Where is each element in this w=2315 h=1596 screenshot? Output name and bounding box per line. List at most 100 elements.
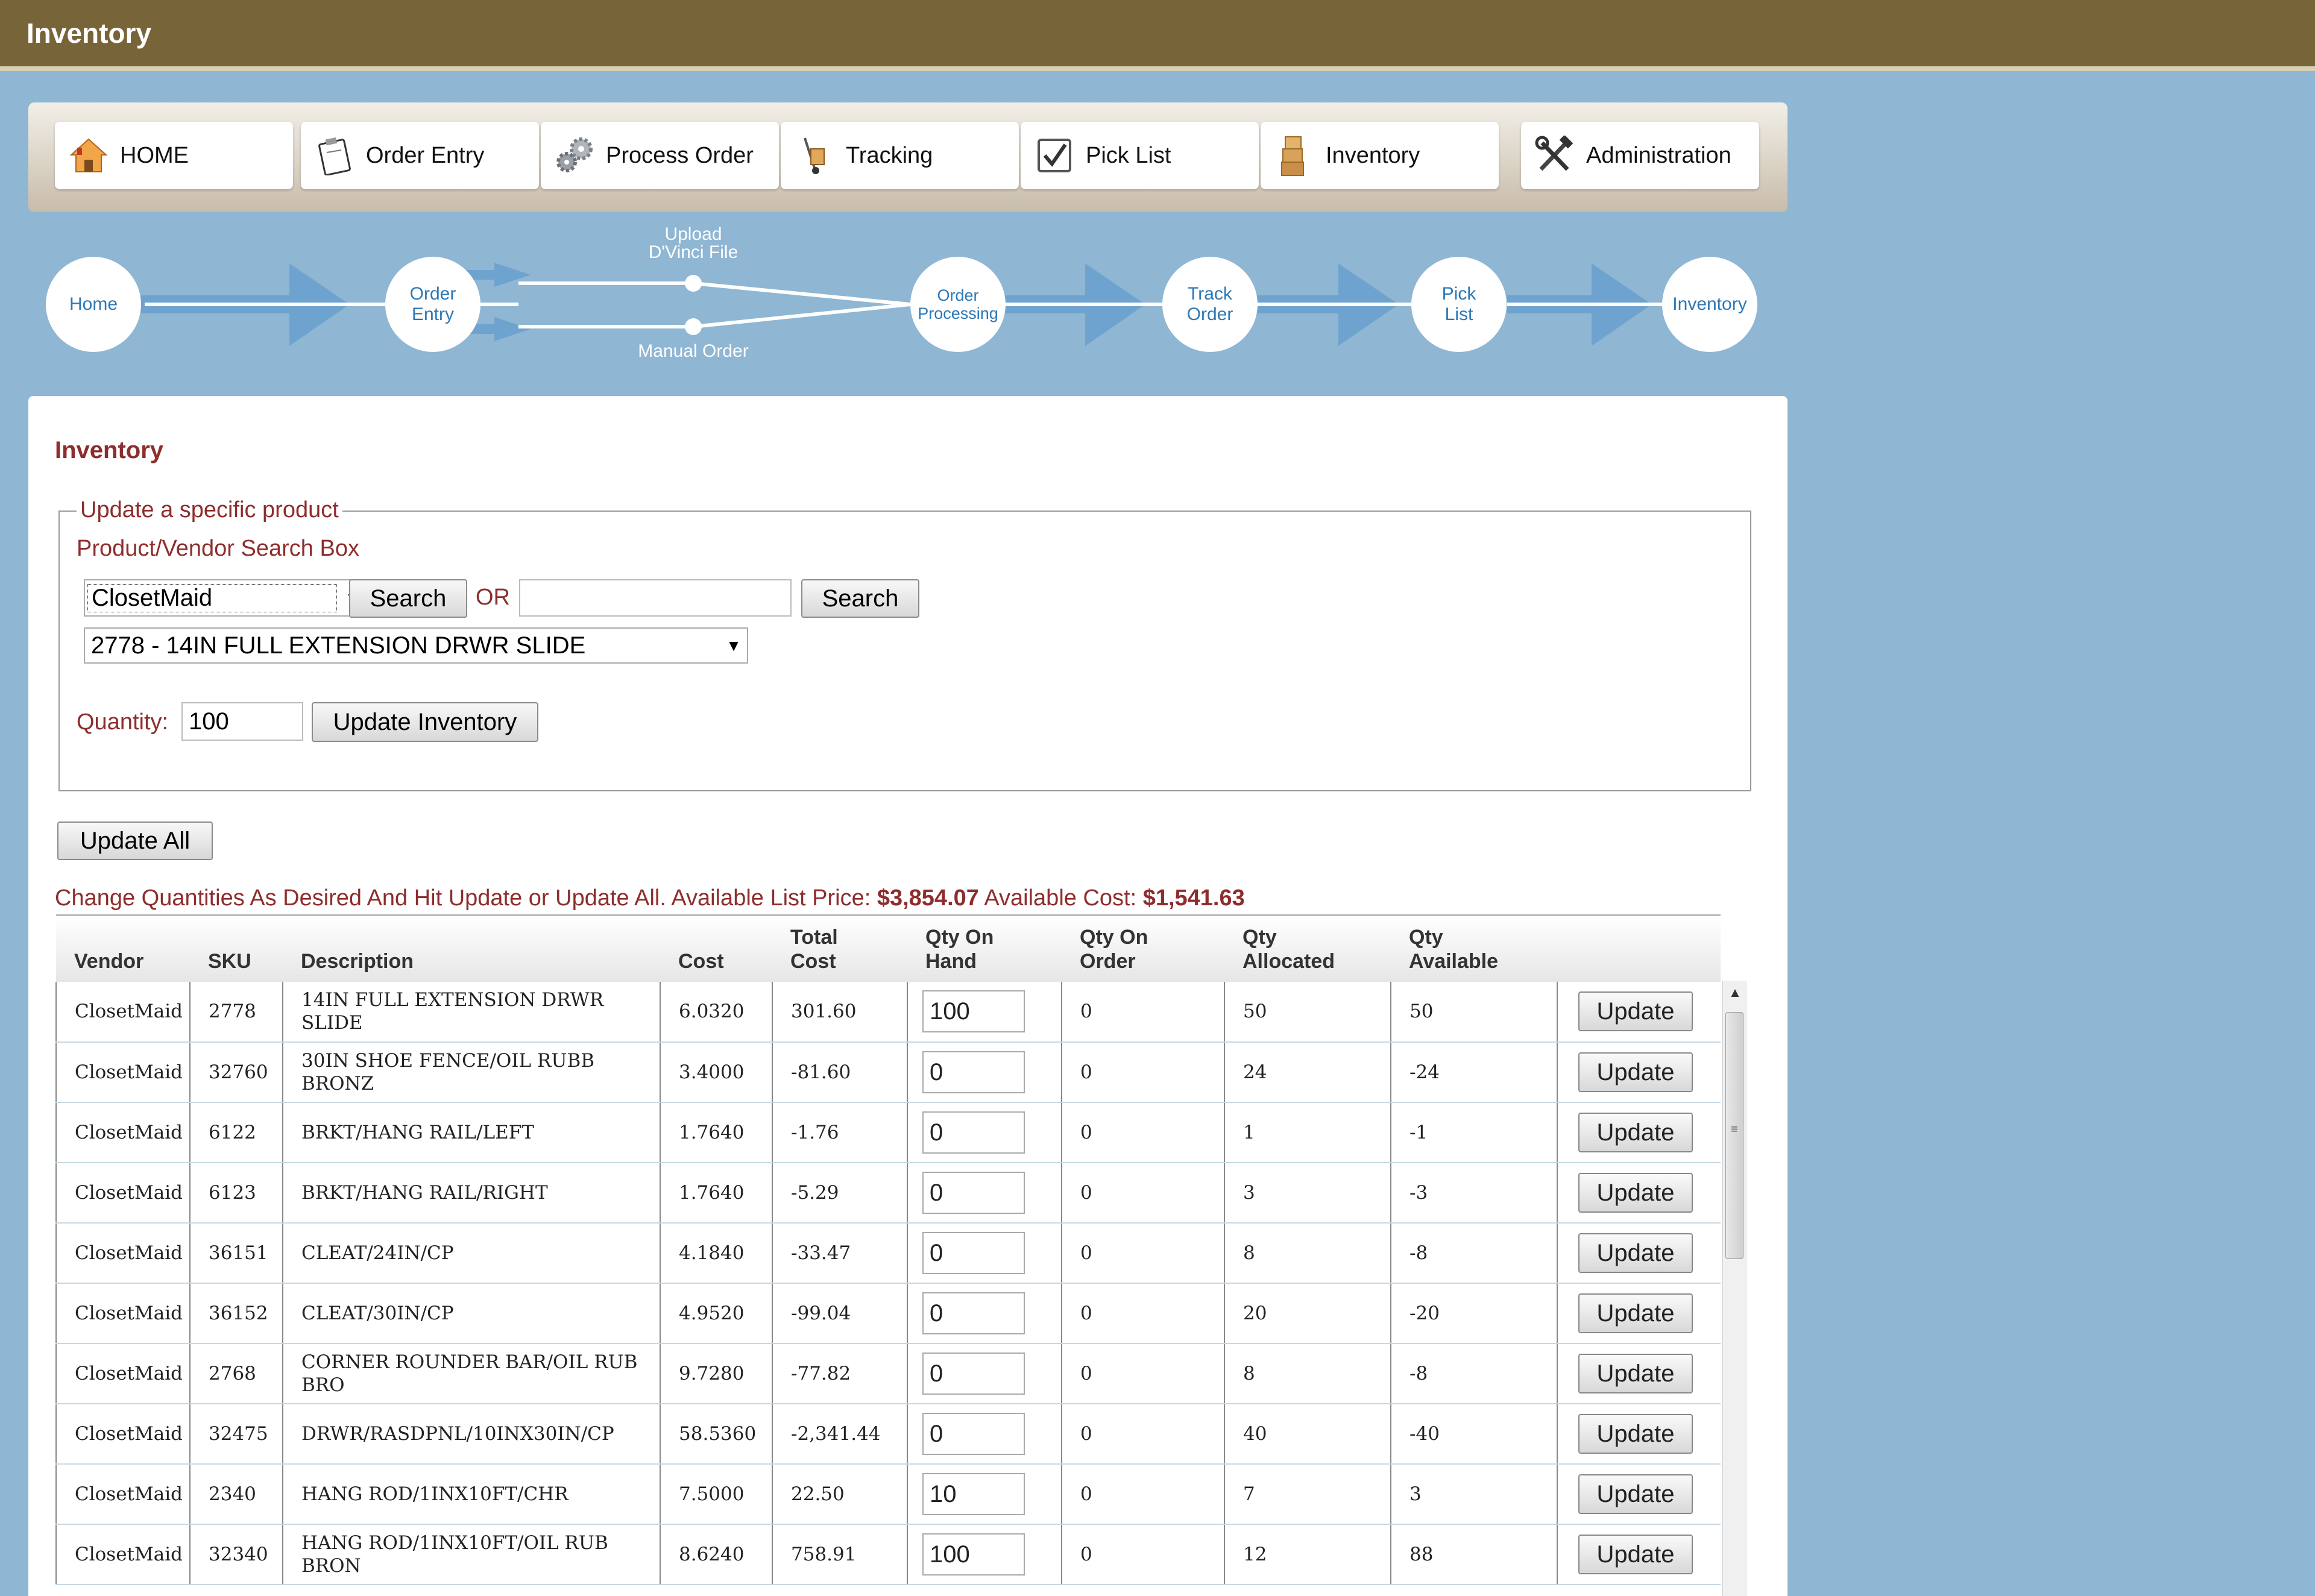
cell-qty-on-hand: 0 [907,1041,1062,1103]
workflow-upload-caption: Upload D'Vinci File [633,225,754,262]
qty-on-hand-input[interactable]: 100 [922,990,1025,1032]
quantity-input[interactable]: 100 [181,702,303,741]
cell-qty-allocated: 7 [1224,1463,1391,1525]
qty-on-hand-input[interactable]: 0 [922,1292,1025,1334]
row-update-button[interactable]: Update [1578,1112,1693,1152]
cell-qty-on-hand: 0 [907,1283,1062,1344]
row-update-button[interactable]: Update [1578,991,1693,1031]
vendor-select[interactable]: ClosetMaid ▼ [84,579,367,617]
row-update-button[interactable]: Update [1578,1474,1693,1514]
nav-tracking-button[interactable]: Tracking [781,122,1019,189]
row-update-button[interactable]: Update [1578,1052,1693,1092]
quantity-label: Quantity: [77,709,169,735]
scrollbar-thumb[interactable]: ≡ [1725,1012,1743,1259]
cell-qty-allocated: 40 [1224,1403,1391,1465]
row-update-button[interactable]: Update [1578,1353,1693,1393]
header-qty-available-line2: Available [1409,949,1499,973]
cell-qty-available: 3 [1391,1463,1558,1525]
cell-cost: 3.4000 [660,1041,773,1103]
cell-vendor: ClosetMaid [55,1524,191,1585]
header-cost: Cost [660,914,772,982]
cell-total-cost: 301.60 [772,981,908,1043]
row-update-button[interactable]: Update [1578,1413,1693,1454]
product-search-input[interactable] [519,579,792,617]
workflow-track-label: Track Order [1187,284,1233,325]
update-all-button[interactable]: Update All [57,822,213,860]
cell-qty-available: -24 [1391,1041,1558,1103]
product-select[interactable]: 2778 - 14IN FULL EXTENSION DRWR SLIDE ▼ [84,627,748,664]
qty-on-hand-input[interactable]: 0 [922,1051,1025,1093]
header-qty-on-order-line1: Qty On [1080,925,1148,949]
row-update-button[interactable]: Update [1578,1534,1693,1574]
row-update-button[interactable]: Update [1578,1233,1693,1273]
qty-on-hand-input[interactable]: 0 [922,1412,1025,1455]
cell-actions: Update [1557,1463,1721,1525]
scroll-up-icon[interactable]: ▲ [1723,981,1747,1005]
update-inventory-button[interactable]: Update Inventory [312,702,538,742]
row-update-button[interactable]: Update [1578,1172,1693,1213]
cell-qty-on-hand: 100 [907,1524,1062,1585]
workflow-node-home[interactable]: Home [46,257,141,352]
cell-cost: 1.7640 [660,1102,773,1163]
cell-qty-on-hand: 0 [907,1162,1062,1224]
cell-sku: 6123 [190,1162,283,1224]
header-qty-on-order: Qty On Order [1062,914,1224,982]
nav-inventory-label: Inventory [1326,142,1420,168]
header-qty-on-hand-line1: Qty On [925,925,994,949]
cell-total-cost: -33.47 [772,1222,908,1284]
table-row: ClosetMaid 32475 DRWR/RASDPNL/10INX30IN/CP… [55,1403,1721,1465]
cell-qty-available: 88 [1391,1524,1558,1585]
nav-inventory-button[interactable]: Inventory [1261,122,1499,189]
row-update-button[interactable]: Update [1578,1293,1693,1333]
cell-description: CORNER ROUNDER BAR/OIL RUB BRO [283,1343,661,1404]
home-icon [66,133,112,178]
cell-cost: 1.7640 [660,1162,773,1224]
vendor-search-button[interactable]: Search [349,579,467,618]
workflow-node-order-processing[interactable]: Order Processing [910,257,1006,352]
workflow-node-track-order[interactable]: Track Order [1162,257,1258,352]
vendor-select-value: ClosetMaid [87,583,337,612]
cell-total-cost: -2,341.44 [772,1403,908,1465]
nav-order-entry-label: Order Entry [366,142,485,168]
product-select-value: 2778 - 14IN FULL EXTENSION DRWR SLIDE [91,632,586,659]
workflow-node-inventory[interactable]: Inventory [1662,257,1757,352]
cell-total-cost: -81.60 [772,1041,908,1103]
nav-process-order-label: Process Order [606,142,754,168]
cell-qty-on-order: 0 [1062,1343,1225,1404]
header-qty-allocated: Qty Allocated [1224,914,1391,982]
nav-order-entry-button[interactable]: Order Entry [301,122,539,189]
header-actions [1557,914,1721,982]
cell-vendor: ClosetMaid [55,1283,191,1344]
nav-pick-list-label: Pick List [1086,142,1171,168]
cell-cost: 8.6240 [660,1524,773,1585]
cell-qty-allocated: 20 [1224,1283,1391,1344]
workflow-pick-line2: List [1444,304,1473,324]
qty-on-hand-input[interactable]: 0 [922,1231,1025,1274]
qty-on-hand-input[interactable]: 100 [922,1533,1025,1576]
cell-qty-allocated: 8 [1224,1222,1391,1284]
cell-description: BRKT/HANG RAIL/RIGHT [283,1162,661,1224]
nav-process-order-button[interactable]: Process Order [541,122,779,189]
qty-on-hand-input[interactable]: 0 [922,1111,1025,1154]
table-row: ClosetMaid 6123 BRKT/HANG RAIL/RIGHT 1.7640… [55,1162,1721,1224]
nav-home-button[interactable]: HOME [55,122,293,189]
qty-on-hand-input[interactable]: 0 [922,1352,1025,1395]
table-row: ClosetMaid 36151 CLEAT/24IN/CP 4.1840 -33.47… [55,1222,1721,1284]
table-row: ClosetMaid 6122 BRKT/HANG RAIL/LEFT 1.7640-… [55,1102,1721,1163]
cell-sku: 32475 [190,1403,283,1465]
workflow-processing-line2: Processing [918,304,998,322]
workflow-node-pick-list[interactable]: Pick List [1411,257,1507,352]
table-scrollbar[interactable]: ▲ ≡ [1722,981,1747,1596]
nav-pick-list-button[interactable]: Pick List [1021,122,1259,189]
qty-on-hand-input[interactable]: 10 [922,1472,1025,1515]
nav-administration-button[interactable]: Administration [1521,122,1759,189]
header-vendor: Vendor [56,914,190,982]
product-search-button[interactable]: Search [801,579,919,618]
summary-cost-label: Available Cost: [978,885,1143,911]
cell-qty-available: -8 [1391,1222,1558,1284]
workflow-node-order-entry[interactable]: Order Entry [385,257,480,352]
workflow-manual-caption: Manual Order [638,341,749,361]
qty-on-hand-input[interactable]: 0 [922,1171,1025,1214]
cell-qty-allocated: 12 [1224,1524,1391,1585]
header-qty-available: Qty Available [1391,914,1557,982]
